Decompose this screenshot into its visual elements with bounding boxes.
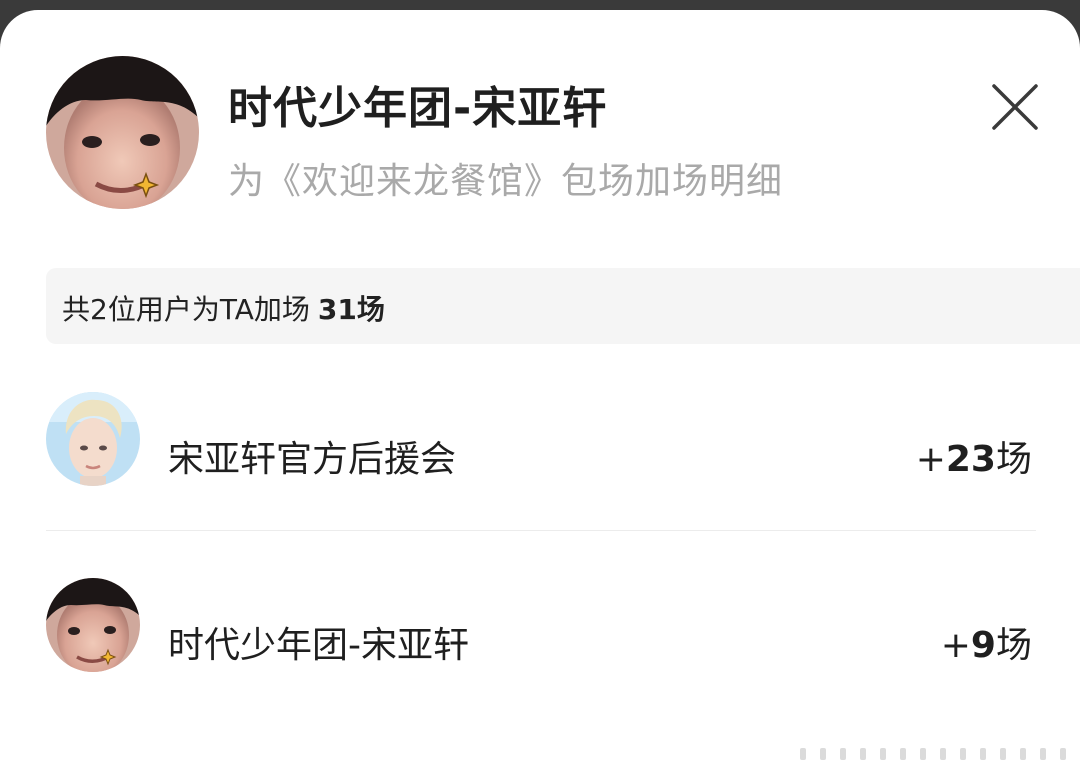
count-prefix: + [940,625,971,666]
session-count: +9场 [941,616,1032,668]
session-count: +23场 [916,430,1032,482]
page-subtitle: 为《欢迎来龙餐馆》包场加场明细 [228,161,784,202]
list-item[interactable]: 时代少年团-宋亚轩 +9场 [0,566,1080,686]
count-unit: 场 [995,439,1032,480]
user-name: 宋亚轩官方后援会 [168,439,457,480]
user-name: 时代少年团-宋亚轩 [168,625,469,666]
user-avatar [46,392,140,486]
count-value: 9 [970,625,996,666]
summary-bar: 共2位用户为TA加场 31场 [46,268,1080,344]
list-item[interactable]: 宋亚轩官方后援会 +23场 [0,380,1080,500]
divider [46,530,1036,531]
close-icon [992,84,1038,130]
count-value: 23 [945,439,996,480]
close-button[interactable] [984,76,1046,138]
count-prefix: + [915,439,946,480]
page-title: 时代少年团-宋亚轩 [228,83,608,134]
summary-label: 共2位用户为TA加场 [62,293,310,326]
detail-sheet: 时代少年团-宋亚轩 为《欢迎来龙餐馆》包场加场明细 共2位用户为TA加场31场 [0,10,1080,765]
header-avatar [46,56,199,209]
summary-total: 31场 [317,293,385,326]
user-avatar [46,578,140,672]
home-indicator [800,748,1066,760]
count-unit: 场 [995,625,1032,666]
summary-text: 共2位用户为TA加场 31场 [62,288,385,328]
